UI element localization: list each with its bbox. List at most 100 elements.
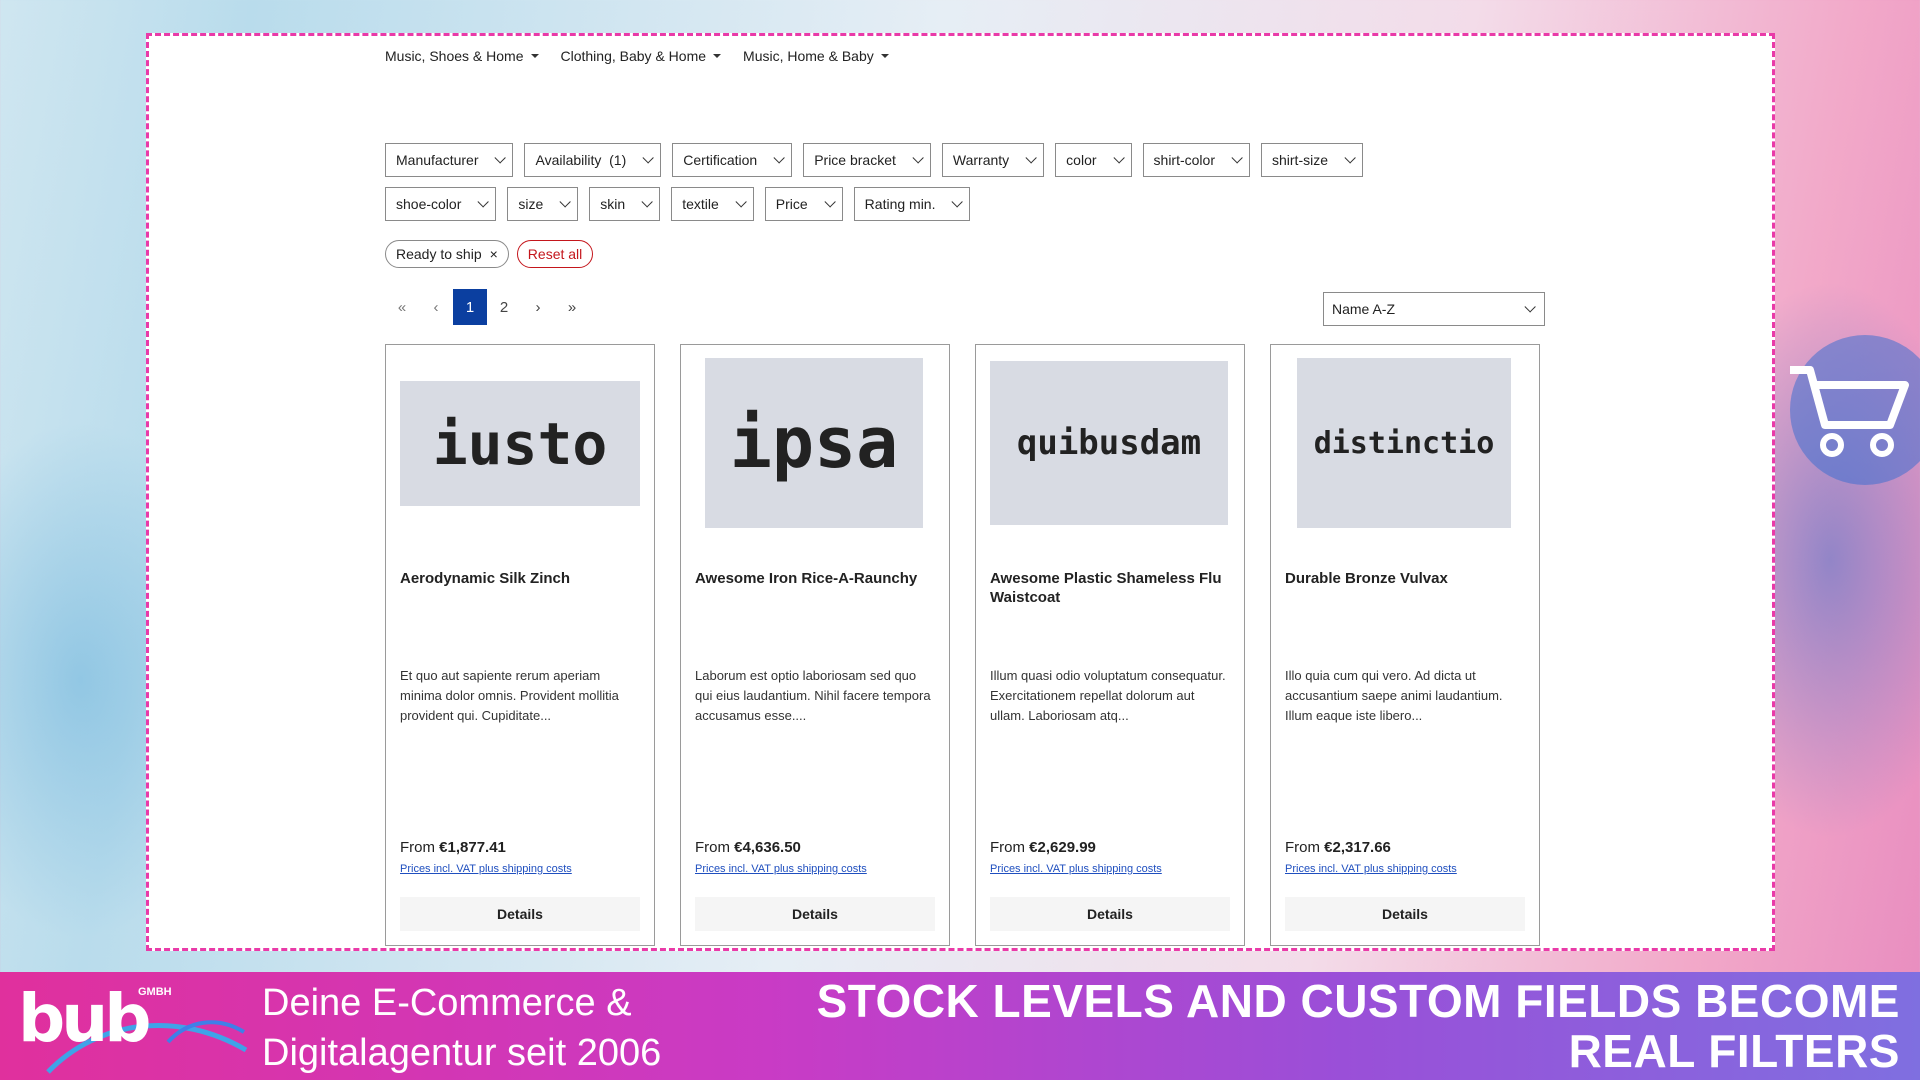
product-image[interactable]: iusto: [400, 381, 640, 506]
filter-label: shoe-color: [396, 196, 462, 212]
nav-item-label: Music, Shoes & Home: [385, 48, 524, 64]
filter-textile[interactable]: textile: [671, 187, 754, 221]
nav-item-clothing-baby-home[interactable]: Clothing, Baby & Home: [561, 48, 722, 64]
filter-label: Availability (1): [535, 152, 627, 168]
tagline-line-2: Digitalagentur seit 2006: [262, 1032, 662, 1074]
product-image[interactable]: ipsa: [705, 358, 923, 528]
category-nav: Music, Shoes & Home Clothing, Baby & Hom…: [385, 48, 889, 64]
product-image-text: distinctio: [1313, 425, 1495, 461]
product-price: From €1,877.41: [400, 839, 506, 856]
shop-content: Music, Shoes & Home Clothing, Baby & Hom…: [385, 36, 1545, 948]
filter-rating-min[interactable]: Rating min.: [853, 187, 971, 221]
product-price: From €2,629.99: [990, 839, 1096, 856]
chevron-down-icon: [642, 152, 655, 164]
logo-wordmark: bub: [18, 980, 151, 1057]
details-button[interactable]: Details: [695, 897, 935, 931]
chip-label: Ready to ship: [396, 246, 482, 262]
filter-shirt-size[interactable]: shirt-size: [1261, 143, 1364, 177]
filter-manufacturer[interactable]: Manufacturer: [385, 143, 514, 177]
nav-item-music-home-baby[interactable]: Music, Home & Baby: [743, 48, 889, 64]
details-button[interactable]: Details: [1285, 897, 1525, 931]
chevron-down-icon: [1231, 152, 1243, 164]
promo-banner: bub GMBH Deine E-Commerce & Digitalagent…: [0, 972, 1920, 1080]
filter-availability[interactable]: Availability (1): [524, 143, 662, 177]
filter-label: Warranty: [952, 152, 1010, 168]
chevron-down-icon: [494, 152, 507, 164]
product-description: Illum quasi odio voluptatum consequatur.…: [990, 668, 1226, 723]
headline-line-1: STOCK LEVELS AND CUSTOM FIELDS BECOME: [816, 975, 1900, 1027]
chevron-down-icon: [1344, 152, 1356, 164]
filter-size[interactable]: size: [507, 187, 579, 221]
pagination-last-button[interactable]: »: [555, 289, 589, 325]
caret-down-icon: [530, 54, 539, 58]
product-name[interactable]: Awesome Plastic Shameless Flu Waistcoat: [990, 569, 1230, 607]
price-value: €4,636.50: [734, 839, 801, 856]
filter-label: shirt-color: [1153, 152, 1215, 168]
product-description: Et quo aut sapiente rerum aperiam minima…: [400, 668, 619, 723]
chevron-down-icon: [1025, 152, 1037, 164]
filter-bar: Manufacturer Availability (1) Certificat…: [385, 143, 1445, 221]
tagline-line-1: Deine E-Commerce &: [262, 982, 632, 1024]
product-name[interactable]: Awesome Iron Rice-A-Raunchy: [695, 569, 935, 588]
price-value: €1,877.41: [439, 839, 506, 856]
caret-down-icon: [880, 54, 889, 58]
active-filters: Ready to ship × Reset all: [385, 240, 594, 268]
details-button[interactable]: Details: [400, 897, 640, 931]
chevron-down-icon: [735, 196, 747, 208]
filter-price[interactable]: Price: [764, 187, 843, 221]
vat-shipping-link[interactable]: Prices incl. VAT plus shipping costs: [400, 863, 572, 875]
product-card: ipsa Awesome Iron Rice-A-Raunchy Laborum…: [680, 344, 950, 946]
price-prefix: From: [400, 839, 435, 856]
sort-selected-value: Name A-Z: [1332, 301, 1396, 317]
vat-shipping-link[interactable]: Prices incl. VAT plus shipping costs: [695, 863, 867, 875]
chevron-down-icon: [824, 196, 836, 208]
price-prefix: From: [990, 839, 1025, 856]
sort-select[interactable]: Name A-Z: [1323, 292, 1545, 326]
chevron-down-icon: [1112, 152, 1125, 164]
caret-down-icon: [713, 54, 722, 58]
pagination-page-1[interactable]: 1: [453, 289, 487, 325]
active-filter-chip-ready-to-ship[interactable]: Ready to ship ×: [385, 240, 509, 268]
filter-label: skin: [600, 196, 626, 212]
filter-skin[interactable]: skin: [589, 187, 661, 221]
shopping-cart-icon: [1790, 335, 1920, 485]
filter-shoe-color[interactable]: shoe-color: [385, 187, 497, 221]
filter-label: Price: [775, 196, 808, 212]
filter-certification[interactable]: Certification: [672, 143, 793, 177]
price-prefix: From: [1285, 839, 1320, 856]
pagination-page-2[interactable]: 2: [487, 289, 521, 325]
product-image[interactable]: distinctio: [1297, 358, 1511, 528]
chevron-down-icon: [559, 196, 572, 208]
chevron-down-icon: [773, 152, 785, 164]
filter-warranty[interactable]: Warranty: [941, 143, 1045, 177]
product-image[interactable]: quibusdam: [990, 361, 1228, 525]
filter-label: size: [518, 196, 544, 212]
vat-shipping-link[interactable]: Prices incl. VAT plus shipping costs: [1285, 863, 1457, 875]
filter-label: Certification: [683, 152, 758, 168]
filter-label: textile: [682, 196, 719, 212]
filter-label: Manufacturer: [396, 152, 479, 168]
product-name[interactable]: Aerodynamic Silk Zinch: [400, 569, 640, 588]
nav-item-music-shoes-home[interactable]: Music, Shoes & Home: [385, 48, 539, 64]
vat-shipping-link[interactable]: Prices incl. VAT plus shipping costs: [990, 863, 1162, 875]
filter-price-bracket[interactable]: Price bracket: [803, 143, 931, 177]
product-price: From €2,317.66: [1285, 839, 1391, 856]
pagination-next-button[interactable]: ›: [521, 289, 555, 325]
headline-line-2: REAL FILTERS: [1568, 1025, 1900, 1077]
reset-all-button[interactable]: Reset all: [516, 240, 594, 268]
close-icon[interactable]: ×: [490, 247, 498, 261]
company-logo: bub GMBH: [18, 980, 248, 1074]
chevron-down-icon: [912, 152, 924, 164]
reset-all-label: Reset all: [527, 246, 583, 262]
product-price: From €4,636.50: [695, 839, 801, 856]
details-button[interactable]: Details: [990, 897, 1230, 931]
tagline: Deine E-Commerce & Digitalagentur seit 2…: [262, 978, 661, 1078]
pagination-first-button[interactable]: «: [385, 289, 419, 325]
filter-shirt-color[interactable]: shirt-color: [1142, 143, 1250, 177]
pagination-prev-button[interactable]: ‹: [419, 289, 453, 325]
filter-label: Rating min.: [864, 196, 936, 212]
pagination: « ‹ 1 2 › »: [385, 289, 589, 325]
logo-suffix: GMBH: [138, 986, 172, 998]
product-name[interactable]: Durable Bronze Vulvax: [1285, 569, 1525, 588]
filter-color[interactable]: color: [1055, 143, 1132, 177]
